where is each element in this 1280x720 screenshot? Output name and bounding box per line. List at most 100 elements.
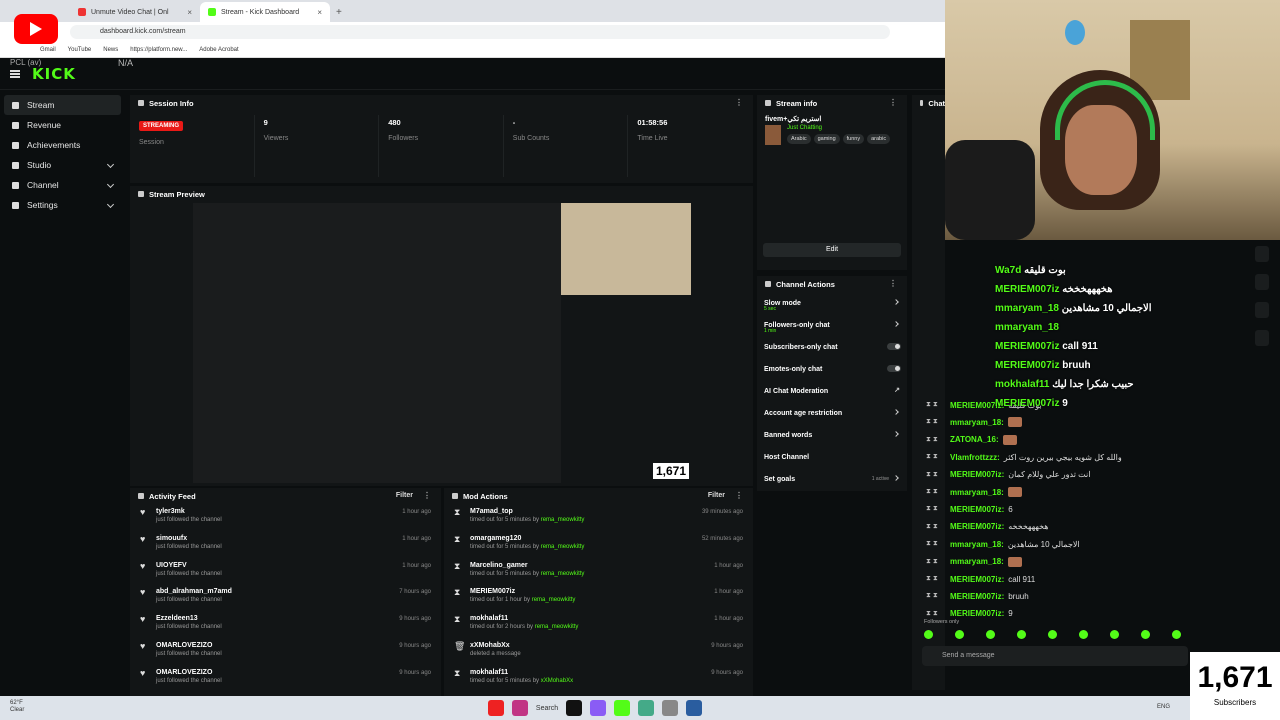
bookmark-youtube[interactable]: YouTube <box>68 47 92 53</box>
emote-icon[interactable] <box>1079 630 1088 639</box>
chat-message[interactable]: ⧗ ⧗ mmaryam_18: <box>926 414 1022 430</box>
sidebar-item-studio[interactable]: Studio <box>4 155 121 175</box>
chat-message[interactable]: ⧗ ⧗ MERIEM007iz: هخهههخخخه <box>926 519 1048 535</box>
emote-icon[interactable] <box>924 630 933 639</box>
stream-category[interactable]: Just Chatting <box>787 125 890 131</box>
chat-username[interactable]: MERIEM007iz: <box>950 470 1004 479</box>
mod-tools-icon[interactable]: ⧗ ⧗ <box>926 418 946 426</box>
mod-action-item[interactable]: ⧗ MERIEM007iz timed out for 1 hour by rema… <box>444 584 753 611</box>
mod-tools-icon[interactable]: ⧗ ⧗ <box>926 401 946 409</box>
mod-tools-icon[interactable]: ⧗ ⧗ <box>926 453 946 461</box>
filter-button[interactable]: Filter <box>396 492 413 499</box>
action-subscribers-only[interactable]: Subscribers-only chat <box>757 336 907 358</box>
moderator-name[interactable]: rema_meowkitty <box>541 544 585 550</box>
youtube-taskbar-icon[interactable] <box>487 700 504 716</box>
mod-tools-icon[interactable]: ⧗ ⧗ <box>926 592 946 600</box>
toggle-switch[interactable] <box>887 365 901 372</box>
chat-username[interactable]: mmaryam_18: <box>950 540 1004 549</box>
more-icon[interactable]: ⋮ <box>423 491 431 500</box>
bookmark-gmail[interactable]: Gmail <box>40 47 56 53</box>
mod-tools-icon[interactable]: ⧗ ⧗ <box>926 575 946 583</box>
sidebar-item-settings[interactable]: Settings <box>4 195 121 215</box>
emote-icon[interactable] <box>1110 630 1119 639</box>
action-banned-words[interactable]: Banned words <box>757 424 907 446</box>
moderated-user[interactable]: xXMohabXx <box>470 642 521 649</box>
more-icon[interactable]: ⋮ <box>735 491 743 500</box>
chat-username[interactable]: MERIEM007iz: <box>950 575 1004 584</box>
tool-icon[interactable] <box>1255 330 1269 346</box>
chat-message[interactable]: ⧗ ⧗ mmaryam_18: <box>926 554 1022 570</box>
action-slow-mode[interactable]: Slow mode 5 sec <box>757 292 907 314</box>
kick-logo[interactable]: KICK <box>32 65 76 83</box>
action-emotes-only[interactable]: Emotes-only chat <box>757 358 907 380</box>
chat-input[interactable]: Send a message <box>922 646 1188 666</box>
more-icon[interactable]: ⋮ <box>889 279 897 288</box>
mod-action-item[interactable]: 🗑 xXMohabXx deleted a message 9 hours ago <box>444 638 753 665</box>
close-icon[interactable]: × <box>317 8 322 17</box>
activity-item[interactable]: ♥ UIOYEFV just followed the channel 1 hour … <box>130 558 441 585</box>
moderated-user[interactable]: Marcelino_gamer <box>470 562 584 569</box>
activity-item[interactable]: ♥ OMARLOVEZIZO just followed the channel 9 … <box>130 638 441 665</box>
mod-action-item[interactable]: ⧗ mokhalaf11 timed out for 2 hours by rema… <box>444 611 753 638</box>
follower-name[interactable]: abd_alrahman_m7amd <box>156 588 232 595</box>
chat-message[interactable]: ⧗ ⧗ ZATONA_16: <box>926 432 1017 448</box>
close-icon[interactable]: × <box>187 8 192 17</box>
follower-name[interactable]: OMARLOVEZIZO <box>156 669 222 676</box>
mod-tools-icon[interactable]: ⧗ ⧗ <box>926 488 946 496</box>
action-account-age[interactable]: Account age restriction <box>757 402 907 424</box>
emote-icon[interactable] <box>1048 630 1057 639</box>
follower-name[interactable]: Ezzeldeen13 <box>156 615 222 622</box>
stream-preview-video[interactable]: 1,671 <box>193 203 691 483</box>
action-set-goals[interactable]: Set goals 1 active <box>757 468 907 490</box>
mod-action-item[interactable]: ⧗ Marcelino_gamer timed out for 5 minutes … <box>444 558 753 585</box>
address-bar[interactable]: dashboard.kick.com/stream <box>70 25 890 39</box>
chat-message[interactable]: ⧗ ⧗ mmaryam_18: الاجمالي 10 مشاهدين <box>926 536 1080 552</box>
mod-tools-icon[interactable]: ⧗ ⧗ <box>926 471 946 479</box>
mod-action-item[interactable]: ⧗ mokhalaf11 timed out for 5 minutes by xX… <box>444 665 753 692</box>
emote-icon[interactable] <box>1017 630 1026 639</box>
taskbar-search[interactable]: Search <box>536 705 558 712</box>
moderated-user[interactable]: omargameg120 <box>470 535 584 542</box>
chat-username[interactable]: mmaryam_18: <box>950 557 1004 566</box>
moderator-name[interactable]: rema_meowkitty <box>541 571 585 577</box>
filter-button[interactable]: Filter <box>708 492 725 499</box>
bookmark-adobe[interactable]: Adobe Acrobat <box>199 47 238 53</box>
more-icon[interactable]: ⋮ <box>889 98 897 107</box>
emote-icon[interactable] <box>1141 630 1150 639</box>
more-icon[interactable]: ⋮ <box>735 98 743 107</box>
activity-item[interactable]: ♥ tyler3mk just followed the channel 1 hour… <box>130 504 441 531</box>
chat-username[interactable]: mmaryam_18: <box>950 488 1004 497</box>
chat-message[interactable]: ⧗ ⧗ Vlamfrottzzz: والله كل شويه بيجي بيرين… <box>926 449 1122 465</box>
chat-message[interactable]: ⧗ ⧗ mmaryam_18: <box>926 484 1022 500</box>
emote-icon[interactable] <box>955 630 964 639</box>
chat-username[interactable]: MERIEM007iz: <box>950 505 1004 514</box>
mod-action-item[interactable]: ⧗ M7amad_top timed out for 5 minutes by re… <box>444 504 753 531</box>
chat-username[interactable]: MERIEM007iz: <box>950 609 1004 618</box>
follower-name[interactable]: OMARLOVEZIZO <box>156 642 222 649</box>
chat-username[interactable]: ZATONA_16: <box>950 435 999 444</box>
tiktok-taskbar-icon[interactable] <box>566 700 583 716</box>
sidebar-item-stream[interactable]: Stream <box>4 95 121 115</box>
menu-icon[interactable] <box>10 69 20 78</box>
settings-taskbar-icon[interactable] <box>662 700 679 716</box>
edit-stream-button[interactable]: Edit <box>763 243 901 257</box>
follower-name[interactable]: UIOYEFV <box>156 562 222 569</box>
mod-tools-icon[interactable]: ⧗ ⧗ <box>926 540 946 548</box>
chat-username[interactable]: Vlamfrottzzz: <box>950 453 1000 462</box>
action-followers-only[interactable]: Followers-only chat 1 min <box>757 314 907 336</box>
moderator-name[interactable]: xXMohabXx <box>541 678 573 684</box>
activity-item[interactable]: ♥ OMARLOVEZIZO just followed the channel 9 … <box>130 665 441 692</box>
activity-item[interactable]: ♥ Ezzeldeen13 just followed the channel 9 h… <box>130 611 441 638</box>
chat-username[interactable]: MERIEM007iz: <box>950 522 1004 531</box>
moderator-name[interactable]: rema_meowkitty <box>535 624 579 630</box>
mod-tools-icon[interactable]: ⧗ ⧗ <box>926 558 946 566</box>
toggle-switch[interactable] <box>887 343 901 350</box>
mod-tools-icon[interactable]: ⧗ ⧗ <box>926 436 946 444</box>
chat-message[interactable]: ⧗ ⧗ MERIEM007iz: انت تدور علي وللام كمان <box>926 467 1090 483</box>
chat-username[interactable]: mmaryam_18: <box>950 418 1004 427</box>
action-host-channel[interactable]: Host Channel <box>757 446 907 468</box>
moderator-name[interactable]: rema_meowkitty <box>532 597 576 603</box>
chat-username[interactable]: MERIEM007iz: <box>950 592 1004 601</box>
mod-tools-icon[interactable]: ⧗ ⧗ <box>926 610 946 618</box>
follower-name[interactable]: tyler3mk <box>156 508 222 515</box>
